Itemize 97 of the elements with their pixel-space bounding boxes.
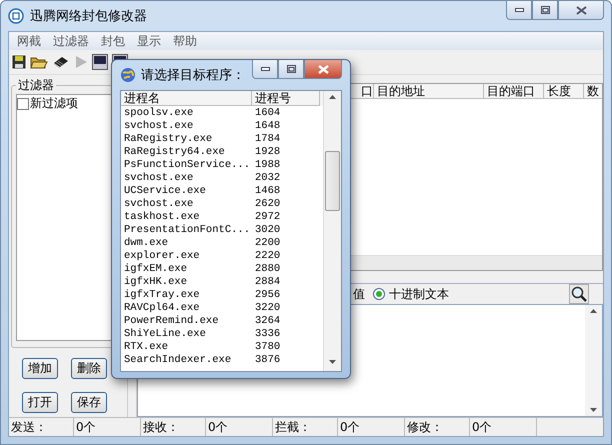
scroll-up-icon[interactable] [329, 95, 336, 99]
search-button[interactable] [569, 284, 589, 304]
close-icon [576, 6, 586, 14]
menu-item[interactable]: 过滤器 [47, 32, 95, 50]
column-header[interactable]: 进程名 [121, 91, 252, 106]
close-icon [318, 64, 328, 74]
process-id[interactable]: 3220 [252, 302, 305, 314]
process-name[interactable]: svchost.exe [121, 172, 252, 184]
process-name[interactable]: svchost.exe [121, 198, 252, 210]
process-id[interactable]: 3020 [252, 224, 305, 236]
radio-button[interactable] [373, 288, 385, 300]
minimize-button[interactable] [252, 60, 278, 79]
menu-item[interactable]: 帮助 [167, 32, 203, 50]
column-header[interactable]: 数 [584, 84, 602, 99]
process-name[interactable]: svchost.exe [121, 120, 252, 132]
filter-button[interactable]: 打开 [22, 392, 58, 413]
maximize-button[interactable] [278, 60, 304, 79]
minimize-button[interactable] [506, 1, 532, 20]
process-id[interactable]: 2032 [252, 172, 305, 184]
status-label: 接收： [141, 418, 206, 436]
process-id[interactable]: 1928 [252, 146, 305, 158]
status-label: 发送： [9, 418, 74, 436]
process-id[interactable]: 2972 [252, 210, 305, 222]
process-name[interactable]: RAVCpl64.exe [121, 302, 252, 314]
process-id[interactable]: 1988 [252, 158, 305, 170]
dialog-title: 请选择目标程序： [141, 67, 245, 84]
checkbox[interactable] [17, 98, 29, 110]
minimize-icon [514, 8, 524, 12]
minimize-icon [260, 67, 270, 71]
column-header[interactable]: 长度 [544, 84, 584, 99]
process-name[interactable]: PsFunctionService... [121, 158, 252, 170]
column-header[interactable]: 目的端口 [484, 84, 544, 99]
maximize-icon [286, 65, 296, 73]
app-logo-icon [8, 8, 24, 24]
scroll-up-icon[interactable] [590, 309, 597, 313]
filter-button[interactable]: 删除 [71, 358, 107, 379]
process-name[interactable]: spoolsv.exe [121, 106, 252, 118]
process-name[interactable]: UCService.exe [121, 184, 252, 196]
status-value: 0个 [470, 418, 537, 436]
process-name[interactable]: igfxEM.exe [121, 262, 252, 274]
menu-item[interactable]: 显示 [131, 32, 167, 50]
process-name[interactable]: SearchIndexer.exe [121, 354, 252, 366]
process-id[interactable]: 3336 [252, 328, 305, 340]
process-id[interactable]: 2880 [252, 262, 305, 274]
scroll-down-icon[interactable] [590, 408, 597, 412]
process-name[interactable]: ShiYeLine.exe [121, 328, 252, 340]
process-id[interactable]: 2200 [252, 236, 305, 248]
process-id[interactable]: 1784 [252, 132, 305, 144]
process-name[interactable]: RaRegistry.exe [121, 132, 252, 144]
column-header[interactable]: 目的地址 [374, 84, 484, 99]
status-label: 修改： [405, 418, 470, 436]
process-name[interactable]: RaRegistry64.exe [121, 146, 252, 158]
process-name[interactable]: explorer.exe [121, 250, 252, 262]
maximize-icon [540, 6, 550, 14]
process-id[interactable]: 2220 [252, 250, 305, 262]
process-id[interactable]: 2620 [252, 198, 305, 210]
process-id[interactable]: 3264 [252, 314, 305, 326]
filter-item[interactable]: 新过滤项 [30, 95, 78, 112]
process-id[interactable]: 1468 [252, 184, 305, 196]
process-name[interactable]: dwm.exe [121, 236, 252, 248]
process-id[interactable]: 3780 [252, 340, 305, 352]
close-button[interactable] [304, 60, 342, 79]
process-id[interactable]: 1648 [252, 120, 305, 132]
status-value: 0个 [74, 418, 141, 436]
window-icon[interactable] [92, 54, 108, 70]
chip-icon[interactable] [52, 55, 70, 69]
scroll-down-icon[interactable] [329, 360, 336, 364]
save-icon[interactable] [12, 55, 26, 69]
column-header[interactable]: 进程号 [252, 91, 320, 106]
filter-button[interactable]: 增加 [22, 358, 58, 379]
process-name[interactable]: taskhost.exe [121, 210, 252, 222]
status-label: 拦截： [273, 418, 338, 436]
process-name[interactable]: igfxHK.exe [121, 276, 252, 288]
menu-item[interactable]: 封包 [95, 32, 131, 50]
globe-icon [120, 67, 136, 83]
vertical-scrollbar[interactable] [323, 91, 341, 371]
radio-label[interactable]: 值 [353, 286, 365, 302]
process-name[interactable]: PresentationFontC... [121, 224, 252, 236]
filter-button[interactable]: 保存 [71, 392, 107, 413]
process-id[interactable]: 2884 [252, 276, 305, 288]
process-id[interactable]: 1604 [252, 106, 305, 118]
menu-item[interactable]: 网截 [11, 32, 47, 50]
search-icon [571, 286, 587, 302]
vertical-scrollbar[interactable] [585, 305, 602, 416]
status-value: 0个 [338, 418, 405, 436]
process-id[interactable]: 3876 [252, 354, 305, 366]
process-id[interactable]: 2956 [252, 288, 305, 300]
window-title: 迅腾网络封包修改器 [30, 8, 147, 25]
maximize-button[interactable] [532, 1, 558, 20]
process-name[interactable]: PowerRemind.exe [121, 314, 252, 326]
process-name[interactable]: RTX.exe [121, 340, 252, 352]
close-button[interactable] [558, 1, 604, 20]
scroll-thumb[interactable] [325, 151, 340, 211]
radio-label[interactable]: 十进制文本 [389, 286, 449, 302]
folder-icon[interactable] [30, 55, 48, 69]
status-value: 0个 [206, 418, 273, 436]
process-name[interactable]: igfxTray.exe [121, 288, 252, 300]
